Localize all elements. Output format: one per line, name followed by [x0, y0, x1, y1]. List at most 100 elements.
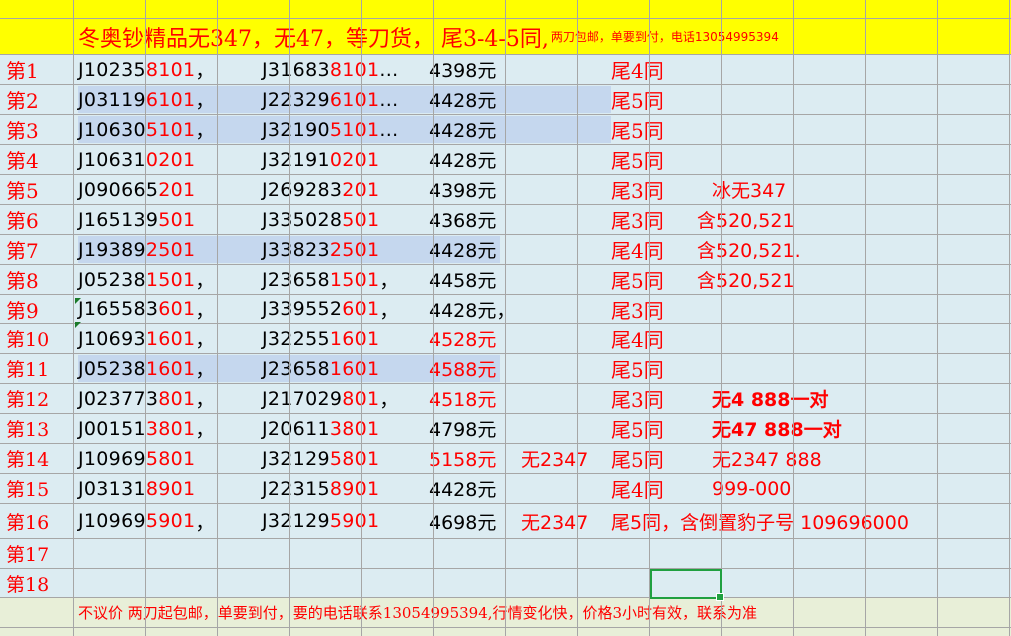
table-row[interactable]: 第17	[0, 539, 1011, 569]
remark-cell[interactable]: 无4 888一对	[712, 384, 829, 413]
table-row[interactable]: 第11 J05238 1601， J23658 1601 4588元 尾5同	[0, 354, 1011, 384]
serial-cell-last[interactable]: J33823 2501	[262, 235, 379, 264]
serial-cell-last[interactable]: J32255 1601	[262, 324, 379, 353]
price-cell[interactable]: 4698元	[429, 504, 496, 538]
serial-cell-first[interactable]: J10631 0201	[78, 145, 195, 174]
table-row[interactable]: 第2 J03119 6101， J22329 6101... 4428元 尾5同	[0, 85, 1011, 115]
table-row[interactable]: 第18	[0, 569, 1011, 598]
row-label[interactable]: 第14	[0, 444, 73, 473]
serial-cell-last[interactable]: J32129 5901	[262, 504, 379, 538]
row-label[interactable]: 第11	[0, 354, 73, 383]
remark-cell[interactable]: 无47 888一对	[712, 414, 842, 443]
remark-cell[interactable]: 999-000	[712, 474, 791, 503]
serial-cell-first[interactable]: J10693 1601，	[78, 324, 215, 353]
row-label[interactable]: 第17	[0, 539, 73, 568]
tail-cell[interactable]: 尾4同	[611, 474, 664, 503]
table-row[interactable]: 第13 J00151 3801， J20611 3801 4798元 尾5同 无47 888一…	[0, 414, 1011, 444]
table-row[interactable]: 第14 J10969 5801 J32129 5801 5158元 无2347 尾5同 无234…	[0, 444, 1011, 474]
tail-cell[interactable]: 尾5同	[611, 354, 664, 383]
price-cell[interactable]: 4368元	[429, 205, 496, 234]
row-label[interactable]: 第9	[0, 295, 73, 323]
row-label[interactable]: 第5	[0, 175, 73, 204]
serial-cell-first[interactable]: J10969 5801	[78, 444, 195, 473]
row-label[interactable]: 第15	[0, 474, 73, 503]
remark-cell[interactable]: 含520,521	[697, 205, 795, 234]
serial-cell-last[interactable]: J31683 8101...	[262, 55, 398, 84]
serial-cell-last[interactable]: J339552 601，	[262, 295, 399, 323]
remark-cell[interactable]: 含520,521.	[697, 235, 801, 264]
tail-cell[interactable]: 尾4同	[611, 235, 664, 264]
tail-cell[interactable]: 尾3同	[611, 295, 664, 323]
price-cell[interactable]: 4428元	[429, 474, 496, 503]
row-label[interactable]: 第6	[0, 205, 73, 234]
price-cell[interactable]: 4428元	[429, 235, 496, 264]
price-cell[interactable]: 4798元	[429, 414, 496, 443]
selected-cell[interactable]	[650, 569, 724, 601]
serial-cell-first[interactable]: J03119 6101，	[78, 85, 215, 114]
fill-handle[interactable]	[716, 593, 724, 601]
title-cell[interactable]: 冬奥钞精品无347，无47，等刀货， 尾3-4-5同, 两刀包邮，单要到付，电话1…	[78, 19, 779, 54]
table-row[interactable]: 第15 J03131 8901 J22315 8901 4428元 尾4同 999-000	[0, 474, 1011, 504]
serial-cell-last[interactable]: J32129 5801	[262, 444, 379, 473]
serial-cell-last[interactable]: J335028 501	[262, 205, 379, 234]
serial-cell-first[interactable]: J00151 3801，	[78, 414, 215, 443]
price-cell[interactable]: 4518元	[429, 384, 496, 413]
row-label[interactable]: 第16	[0, 504, 73, 538]
row-label[interactable]: 第1	[0, 55, 73, 84]
serial-cell-first[interactable]: J10235 8101，	[78, 55, 215, 84]
serial-cell-last[interactable]: J20611 3801	[262, 414, 379, 443]
remark-cell[interactable]: 冰无347	[712, 175, 786, 204]
row-label[interactable]: 第2	[0, 85, 73, 114]
note-cell[interactable]: 无2347	[521, 504, 588, 538]
remark-cell[interactable]: 无2347 888	[712, 444, 822, 473]
price-cell[interactable]: 4528元	[429, 324, 496, 353]
table-row[interactable]: 第7 J19389 2501 J33823 2501 4428元 尾4同 含520,521.	[0, 235, 1011, 265]
tail-cell[interactable]: 尾3同	[611, 175, 664, 204]
price-cell[interactable]: 4428元	[429, 85, 496, 114]
table-row[interactable]: 第12 J023773 801， J217029 801， 4518元 尾3同 无4 888一…	[0, 384, 1011, 414]
tail-cell[interactable]: 尾5同	[611, 444, 664, 473]
price-cell[interactable]: 4398元	[429, 175, 496, 204]
footer-row[interactable]: 不议价 两刀起包邮，单要到付，要的电话联系13054995394,行情变化快，价…	[0, 598, 1011, 628]
serial-cell-first[interactable]: J05238 1601，	[78, 354, 215, 383]
serial-cell-first[interactable]: J10969 5901，	[78, 504, 215, 538]
tail-cell[interactable]: 尾4同	[611, 324, 664, 353]
price-cell[interactable]: 4398元	[429, 55, 496, 84]
serial-cell-first[interactable]: J165583 601，	[78, 295, 215, 323]
row-label[interactable]: 第12	[0, 384, 73, 413]
tail-cell[interactable]: 尾5同	[611, 414, 664, 443]
price-cell[interactable]: 4588元	[429, 354, 496, 383]
price-cell[interactable]: 4458元	[429, 265, 496, 294]
serial-cell-first[interactable]: J165139 501	[78, 205, 195, 234]
serial-cell-last[interactable]: J22329 6101...	[262, 85, 398, 114]
serial-cell-last[interactable]: J23658 1601	[262, 354, 379, 383]
title-row[interactable]: 冬奥钞精品无347，无47，等刀货， 尾3-4-5同, 两刀包邮，单要到付，电话1…	[0, 19, 1011, 55]
serial-cell-first[interactable]: J10630 5101，	[78, 115, 215, 144]
serial-cell-last[interactable]: J32190 5101...	[262, 115, 398, 144]
tail-cell[interactable]: 尾3同	[611, 384, 664, 413]
table-row[interactable]: 第4 J10631 0201 J32191 0201 4428元 尾5同	[0, 145, 1011, 175]
row-label[interactable]: 第18	[0, 569, 73, 597]
serial-cell-first[interactable]: J090665 201	[78, 175, 195, 204]
note-cell[interactable]: 无2347	[521, 444, 588, 473]
remark-cell[interactable]: 含520,521	[697, 265, 795, 294]
serial-cell-last[interactable]: J32191 0201	[262, 145, 379, 174]
price-cell[interactable]: 4428元	[429, 115, 496, 144]
serial-cell-last[interactable]: J217029 801，	[262, 384, 399, 413]
serial-cell-first[interactable]: J19389 2501	[78, 235, 195, 264]
serial-cell-last[interactable]: J22315 8901	[262, 474, 379, 503]
price-cell[interactable]: 5158元	[429, 444, 496, 473]
row-label[interactable]: 第7	[0, 235, 73, 264]
serial-cell-last[interactable]: J23658 1501，	[262, 265, 399, 294]
tail-cell[interactable]: 尾5同	[611, 85, 664, 114]
price-cell[interactable]: 4428元	[429, 145, 496, 174]
table-row[interactable]: 第3 J10630 5101， J32190 5101... 4428元 尾5同	[0, 115, 1011, 145]
table-row[interactable]: 第1 J10235 8101， J31683 8101... 4398元 尾4同	[0, 55, 1011, 85]
table-row[interactable]: 第9 J165583 601， J339552 601， 4428元， 尾3同	[0, 295, 1011, 324]
serial-cell-last[interactable]: J269283 201	[262, 175, 379, 204]
tail-cell[interactable]: 尾5同	[611, 265, 664, 294]
tail-cell[interactable]: 尾4同	[611, 55, 664, 84]
row-label[interactable]: 第4	[0, 145, 73, 174]
row-label[interactable]: 第8	[0, 265, 73, 294]
row-label[interactable]: 第3	[0, 115, 73, 144]
